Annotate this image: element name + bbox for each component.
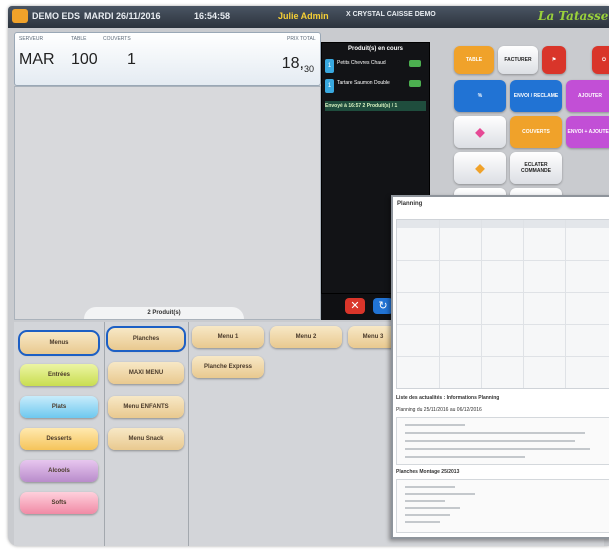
text-line bbox=[405, 486, 455, 488]
status-tag-icon bbox=[409, 60, 421, 67]
news-title: Liste des actualités : Informations Plan… bbox=[396, 395, 500, 401]
refresh-button[interactable]: ↻ bbox=[373, 298, 393, 314]
product-name: Petits Chevres Chaud bbox=[337, 60, 386, 66]
text-line bbox=[405, 440, 575, 442]
user-label[interactable]: Julie Admin bbox=[278, 11, 329, 21]
sent-status: Envoyé à 16:57 2 Produit(s) / 1 bbox=[325, 101, 426, 111]
news-box bbox=[396, 417, 609, 465]
product-name: Tartare Saumon Double bbox=[337, 80, 390, 86]
text-line bbox=[405, 521, 440, 523]
subcategory-menu-enfants[interactable]: Menu ENFANTS bbox=[108, 396, 184, 418]
category-entrees[interactable]: Entrées bbox=[20, 364, 98, 386]
subcategory-planches[interactable]: Planches bbox=[106, 326, 186, 352]
grid-line bbox=[565, 220, 566, 388]
planches-box bbox=[396, 479, 609, 533]
grid-line bbox=[439, 220, 440, 388]
category-desserts[interactable]: Desserts bbox=[20, 428, 98, 450]
text-line bbox=[405, 514, 450, 516]
table-value[interactable]: 100 bbox=[71, 51, 98, 69]
divider bbox=[104, 322, 105, 546]
ticket-header: SERVEUR TABLE COUVERTS PRIX TOTAL MAR 10… bbox=[14, 32, 321, 86]
eclater-commande-button[interactable]: ECLATER COMMANDE bbox=[510, 152, 562, 184]
orange-tag-icon[interactable]: ◆ bbox=[454, 152, 506, 184]
ticket-lines-area[interactable] bbox=[14, 86, 321, 320]
text-line bbox=[405, 507, 460, 509]
ajouter-button[interactable]: AJOUTER bbox=[566, 80, 609, 112]
divider bbox=[188, 322, 189, 546]
product-line[interactable]: 1 Petits Chevres Chaud bbox=[325, 57, 423, 79]
price-label: PRIX TOTAL bbox=[287, 36, 316, 42]
panel-title: Produit(s) en cours bbox=[347, 46, 403, 52]
date-label: MARDI 26/11/2016 bbox=[84, 11, 161, 21]
power-icon[interactable]: ⏻ bbox=[592, 46, 609, 74]
category-menus[interactable]: Menus bbox=[18, 330, 100, 356]
item-menu-2[interactable]: Menu 2 bbox=[270, 326, 342, 348]
category-alcools[interactable]: Alcools bbox=[20, 460, 98, 482]
calendar-header bbox=[397, 220, 609, 228]
qty-badge: 1 bbox=[325, 79, 334, 93]
envoi-reclame-button[interactable]: ENVOI / RECLAME bbox=[510, 80, 562, 112]
calendar-grid[interactable] bbox=[396, 219, 609, 389]
planning-range: Planning du 25/11/2016 au 06/12/2016 bbox=[396, 407, 482, 413]
discount-icon[interactable]: % bbox=[454, 80, 506, 112]
subcategory-maxi-menu[interactable]: MAXI MENU bbox=[108, 362, 184, 384]
terminal-label: X CRYSTAL CAISSE DEMO bbox=[346, 11, 436, 18]
server-label: SERVEUR bbox=[19, 36, 44, 42]
text-line bbox=[405, 500, 445, 502]
covers-label: COUVERTS bbox=[103, 36, 131, 42]
text-line bbox=[405, 424, 465, 426]
table-label: TABLE bbox=[71, 36, 87, 42]
pink-tag-icon[interactable]: ◆ bbox=[454, 116, 506, 148]
text-line bbox=[405, 432, 585, 434]
top-bar: DEMO EDS MARDI 26/11/2016 16:54:58 Julie… bbox=[8, 6, 609, 28]
server-value[interactable]: MAR bbox=[19, 51, 55, 69]
planning-window[interactable]: Planning Liste des actualités : Informat… bbox=[391, 195, 609, 539]
product-line[interactable]: 1 Tartare Saumon Double bbox=[325, 77, 423, 99]
text-line bbox=[405, 456, 525, 458]
subcategory-menu-snack[interactable]: Menu Snack bbox=[108, 428, 184, 450]
product-count: 2 Produit(s) bbox=[84, 307, 244, 319]
qty-badge: 1 bbox=[325, 59, 334, 73]
status-tag-icon bbox=[409, 80, 421, 87]
grid-line bbox=[397, 260, 609, 261]
envoi-ajouter-button[interactable]: ENVOI + AJOUTER bbox=[566, 116, 609, 148]
facturer-button[interactable]: FACTURER bbox=[498, 46, 538, 74]
grid-line bbox=[523, 220, 524, 388]
grid-line bbox=[397, 356, 609, 357]
category-softs[interactable]: Softs bbox=[20, 492, 98, 514]
user-icon[interactable]: ⚑ bbox=[542, 46, 566, 74]
grid-line bbox=[397, 292, 609, 293]
planches-title: Planches Montage 25/2013 bbox=[396, 469, 460, 475]
covers-value[interactable]: 1 bbox=[127, 51, 136, 69]
planning-title: Planning bbox=[397, 201, 423, 207]
app-logo-icon bbox=[12, 9, 28, 23]
total-price: 18,30 bbox=[281, 55, 314, 75]
brand-logo: La Tatasserie bbox=[538, 9, 609, 23]
couverts-button[interactable]: COUVERTS bbox=[510, 116, 562, 148]
text-line bbox=[405, 448, 590, 450]
category-plats[interactable]: Plats bbox=[20, 396, 98, 418]
table-button[interactable]: TABLE bbox=[454, 46, 494, 74]
item-menu-1[interactable]: Menu 1 bbox=[192, 326, 264, 348]
text-line bbox=[405, 493, 475, 495]
time-label: 16:54:58 bbox=[194, 11, 231, 21]
item-planche-express[interactable]: Planche Express bbox=[192, 356, 264, 378]
store-name: DEMO EDS bbox=[32, 11, 81, 21]
grid-line bbox=[481, 220, 482, 388]
grid-line bbox=[397, 324, 609, 325]
delete-button[interactable]: ✕ bbox=[345, 298, 365, 314]
